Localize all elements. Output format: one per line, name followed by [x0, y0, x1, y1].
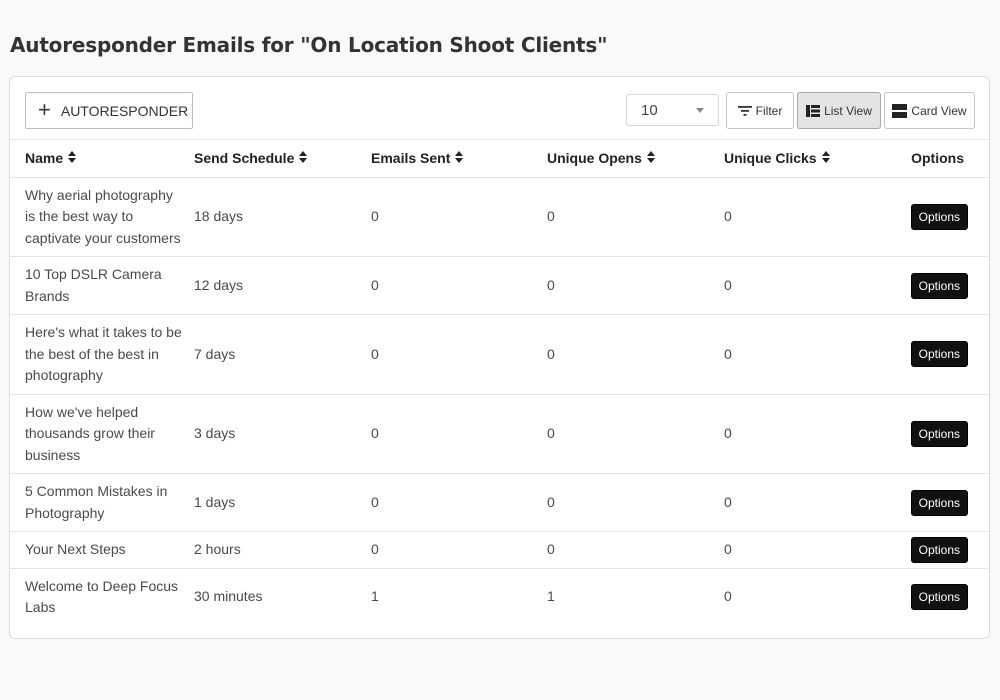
row-unique-clicks: 0: [724, 531, 884, 569]
row-unique-opens: 0: [547, 177, 724, 257]
row-unique-opens: 0: [547, 473, 724, 532]
autoresponder-card: + AUTORESPONDER 10 Filter List View Card…: [9, 76, 990, 639]
row-send-schedule: 30 minutes: [194, 588, 263, 605]
add-autoresponder-button[interactable]: + AUTORESPONDER: [25, 92, 193, 129]
row-send-schedule: 18 days: [194, 177, 371, 257]
row-send-schedule: 7 days: [194, 314, 371, 395]
sort-icon: [455, 150, 464, 166]
row-name[interactable]: Your Next Steps: [25, 532, 185, 568]
plus-icon: +: [38, 96, 51, 122]
row-unique-clicks: 0: [724, 588, 732, 605]
row-send-schedule: 2 hours: [194, 531, 371, 569]
list-view-icon: [806, 104, 821, 117]
row-unique-opens: 0: [547, 394, 724, 474]
header-unique-opens[interactable]: Unique Opens: [547, 140, 724, 178]
table-row: How we've helped thousands grow their bu…: [10, 394, 989, 474]
header-unique-clicks[interactable]: Unique Clicks: [724, 140, 884, 178]
row-options-button[interactable]: Options: [910, 341, 968, 368]
row-unique-clicks: 0: [724, 177, 884, 257]
row-emails-sent: 1: [371, 588, 379, 605]
header-send-schedule[interactable]: Send Schedule: [194, 140, 371, 178]
row-options-button[interactable]: Options: [910, 272, 968, 299]
table-row: Why aerial photography is the best way t…: [10, 177, 989, 257]
row-options-button[interactable]: Options: [910, 420, 968, 447]
page-size-value: 10: [641, 101, 658, 119]
row-unique-clicks: 0: [724, 314, 884, 395]
row-unique-opens: 0: [547, 531, 724, 569]
row-name[interactable]: 5 Common Mistakes in Photography: [25, 474, 185, 531]
row-emails-sent: 0: [371, 394, 547, 474]
row-unique-opens: 0: [547, 256, 724, 315]
row-send-schedule: 1 days: [194, 473, 371, 532]
sort-icon: [821, 150, 830, 166]
row-unique-opens: 1: [547, 588, 555, 605]
row-name[interactable]: How we've helped thousands grow their bu…: [25, 395, 185, 474]
row-unique-clicks: 0: [724, 394, 884, 474]
row-unique-clicks: 0: [724, 256, 884, 315]
row-options-button[interactable]: Options: [910, 536, 968, 563]
table-header-row: Name Send Schedule Emails Sent Unique Op…: [10, 140, 989, 178]
table-row: 5 Common Mistakes in Photography 1 days …: [10, 473, 989, 532]
row-emails-sent: 0: [371, 256, 547, 315]
header-emails-sent[interactable]: Emails Sent: [371, 140, 547, 178]
page-size-select[interactable]: 10: [626, 94, 719, 126]
filter-button[interactable]: Filter: [726, 92, 794, 129]
card-view-button[interactable]: Card View: [884, 92, 975, 129]
table-row: Your Next Steps 2 hours 0 0 0 Options: [10, 531, 989, 569]
header-name[interactable]: Name: [10, 140, 194, 178]
table-row: Welcome to Deep Focus Labs 30 minutes 1 …: [10, 568, 989, 626]
card-view-icon: [892, 103, 908, 118]
toolbar: + AUTORESPONDER 10 Filter List View Card…: [10, 77, 989, 139]
row-options-button[interactable]: Options: [910, 489, 968, 516]
row-name[interactable]: 10 Top DSLR Camera Brands: [25, 257, 185, 314]
row-unique-opens: 0: [547, 314, 724, 395]
page-title: Autoresponder Emails for "On Location Sh…: [10, 33, 608, 57]
row-name[interactable]: Why aerial photography is the best way t…: [25, 178, 185, 257]
row-options-button[interactable]: Options: [910, 203, 968, 230]
filter-label: Filter: [755, 103, 783, 118]
table-row: Here's what it takes to be the best of t…: [10, 314, 989, 395]
row-name[interactable]: Welcome to Deep Focus Labs: [25, 569, 185, 626]
list-view-button[interactable]: List View: [797, 92, 881, 129]
row-emails-sent: 0: [371, 473, 547, 532]
header-options: Options: [884, 140, 989, 178]
row-send-schedule: 3 days: [194, 394, 371, 474]
list-view-label: List View: [824, 103, 872, 118]
row-send-schedule: 12 days: [194, 256, 371, 315]
row-emails-sent: 0: [371, 314, 547, 395]
chevron-down-icon: [696, 107, 704, 113]
row-emails-sent: 0: [371, 177, 547, 257]
row-options-button[interactable]: Options: [910, 584, 968, 610]
sort-icon: [299, 150, 308, 166]
row-name[interactable]: Here's what it takes to be the best of t…: [25, 315, 185, 394]
filter-icon: [737, 105, 752, 117]
sort-icon: [646, 150, 655, 166]
table-row: 10 Top DSLR Camera Brands 12 days 0 0 0 …: [10, 256, 989, 315]
sort-icon: [68, 150, 77, 166]
add-autoresponder-label: AUTORESPONDER: [60, 102, 189, 119]
row-unique-clicks: 0: [724, 473, 884, 532]
autoresponder-table: Name Send Schedule Emails Sent Unique Op…: [10, 140, 989, 626]
card-view-label: Card View: [911, 103, 967, 118]
row-emails-sent: 0: [371, 531, 547, 569]
